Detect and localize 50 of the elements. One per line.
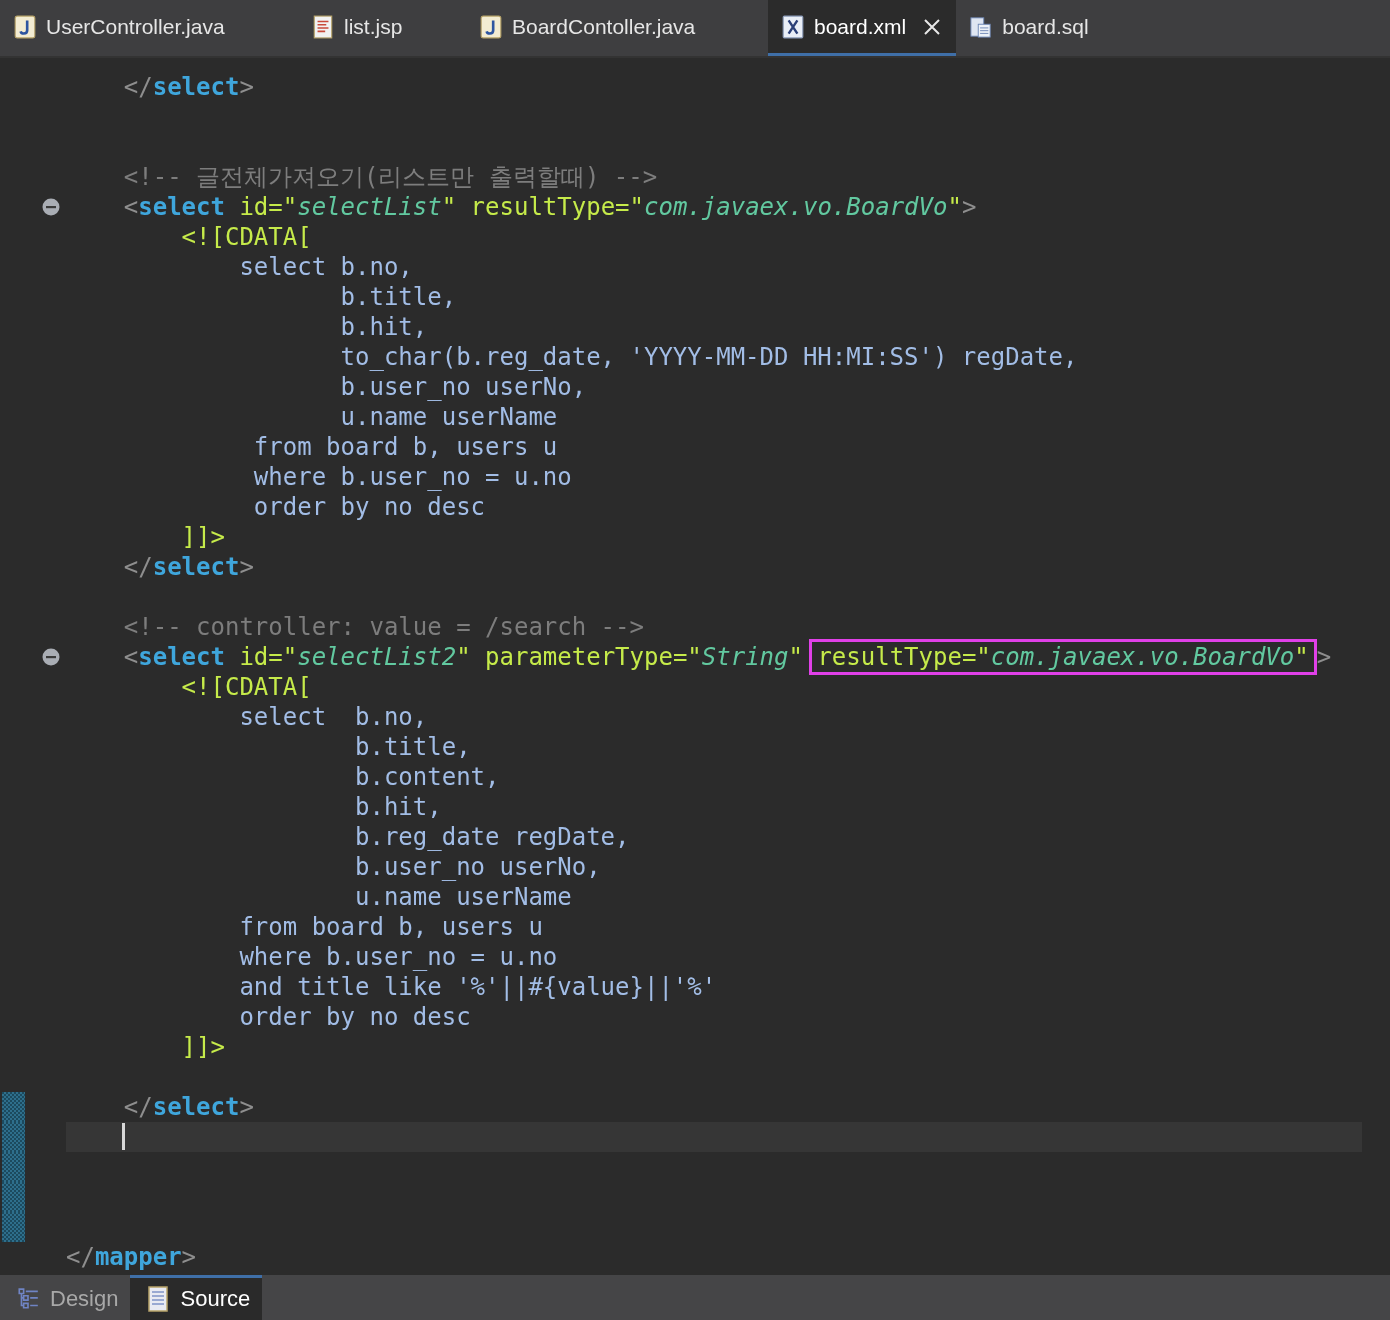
code-line: </mapper> (66, 1242, 197, 1272)
code-line: from board b, users u (252, 432, 558, 462)
code-line: b.reg_date regDate, (354, 822, 630, 852)
code-line: b.user_no userNo, (339, 372, 587, 402)
code-line: </select> (122, 1092, 254, 1122)
code-line: <!-- 글전체가져오기(리스트만 출력할때) --> (122, 162, 658, 192)
code-line: and title like '%'||#{value}||'%' (238, 972, 717, 1002)
text-cursor (122, 1123, 125, 1150)
editor-tab[interactable]: BoardContoller.java (466, 0, 768, 56)
code-line: to_char(b.reg_date, 'YYYY-MM-DD HH:MI:SS') regDate, (339, 342, 1078, 372)
code-line: u.name userName (339, 402, 558, 432)
code-line: order by no desc (238, 1002, 471, 1032)
code-line: ]]> (180, 522, 225, 552)
document-icon (146, 1286, 171, 1312)
java-file-icon (480, 14, 502, 39)
code-line: b.user_no userNo, (354, 852, 601, 882)
java-file-icon (14, 14, 36, 39)
code-line: <select id="selectList" resultType="com.javaex.vo.BoardVo"> (122, 192, 977, 222)
code-line: <![CDATA[ (180, 672, 312, 702)
code-line: select b.no, (238, 702, 428, 732)
tree-icon (16, 1286, 40, 1312)
editor-mode-tab[interactable]: Design (0, 1275, 131, 1320)
code-line: b.title, (354, 732, 471, 762)
code-line: from board b, users u (238, 912, 543, 942)
code-line: where b.user_no = u.no (252, 462, 572, 492)
code-line: select b.no, (238, 252, 413, 282)
editor-mode-tab[interactable]: Source (130, 1275, 263, 1320)
code-line: ]]> (180, 1032, 225, 1062)
code-line: u.name userName (354, 882, 572, 912)
code-line: <select id="selectList2" parameterType="String" resultType="com.javaex.vo.BoardVo" > (66, 642, 1332, 672)
collapse-icon[interactable] (42, 198, 60, 216)
code-line: </select> (122, 72, 254, 102)
code-line: order by no desc (252, 492, 486, 522)
database-file-icon (970, 14, 993, 39)
editor-tab[interactable]: list.jsp (298, 0, 466, 56)
code-line: b.hit, (339, 312, 428, 342)
code-line: b.content, (354, 762, 500, 792)
close-icon[interactable] (922, 16, 943, 37)
code-line: where b.user_no = u.no (238, 942, 558, 972)
code-line: <![CDATA[ (180, 222, 312, 252)
collapse-icon[interactable] (42, 648, 60, 666)
editor-tab[interactable]: UserController.java (0, 0, 298, 56)
editor-tab[interactable]: board.sql (956, 0, 1103, 56)
code-line: </select> (122, 552, 254, 582)
code-line: b.title, (339, 282, 457, 312)
code-line: b.hit, (354, 792, 442, 822)
editor-tab[interactable]: board.xml (768, 0, 957, 56)
xml-file-icon (782, 14, 804, 39)
code-line: <!-- controller: value = /search --> (122, 612, 644, 642)
document-icon (312, 14, 334, 39)
